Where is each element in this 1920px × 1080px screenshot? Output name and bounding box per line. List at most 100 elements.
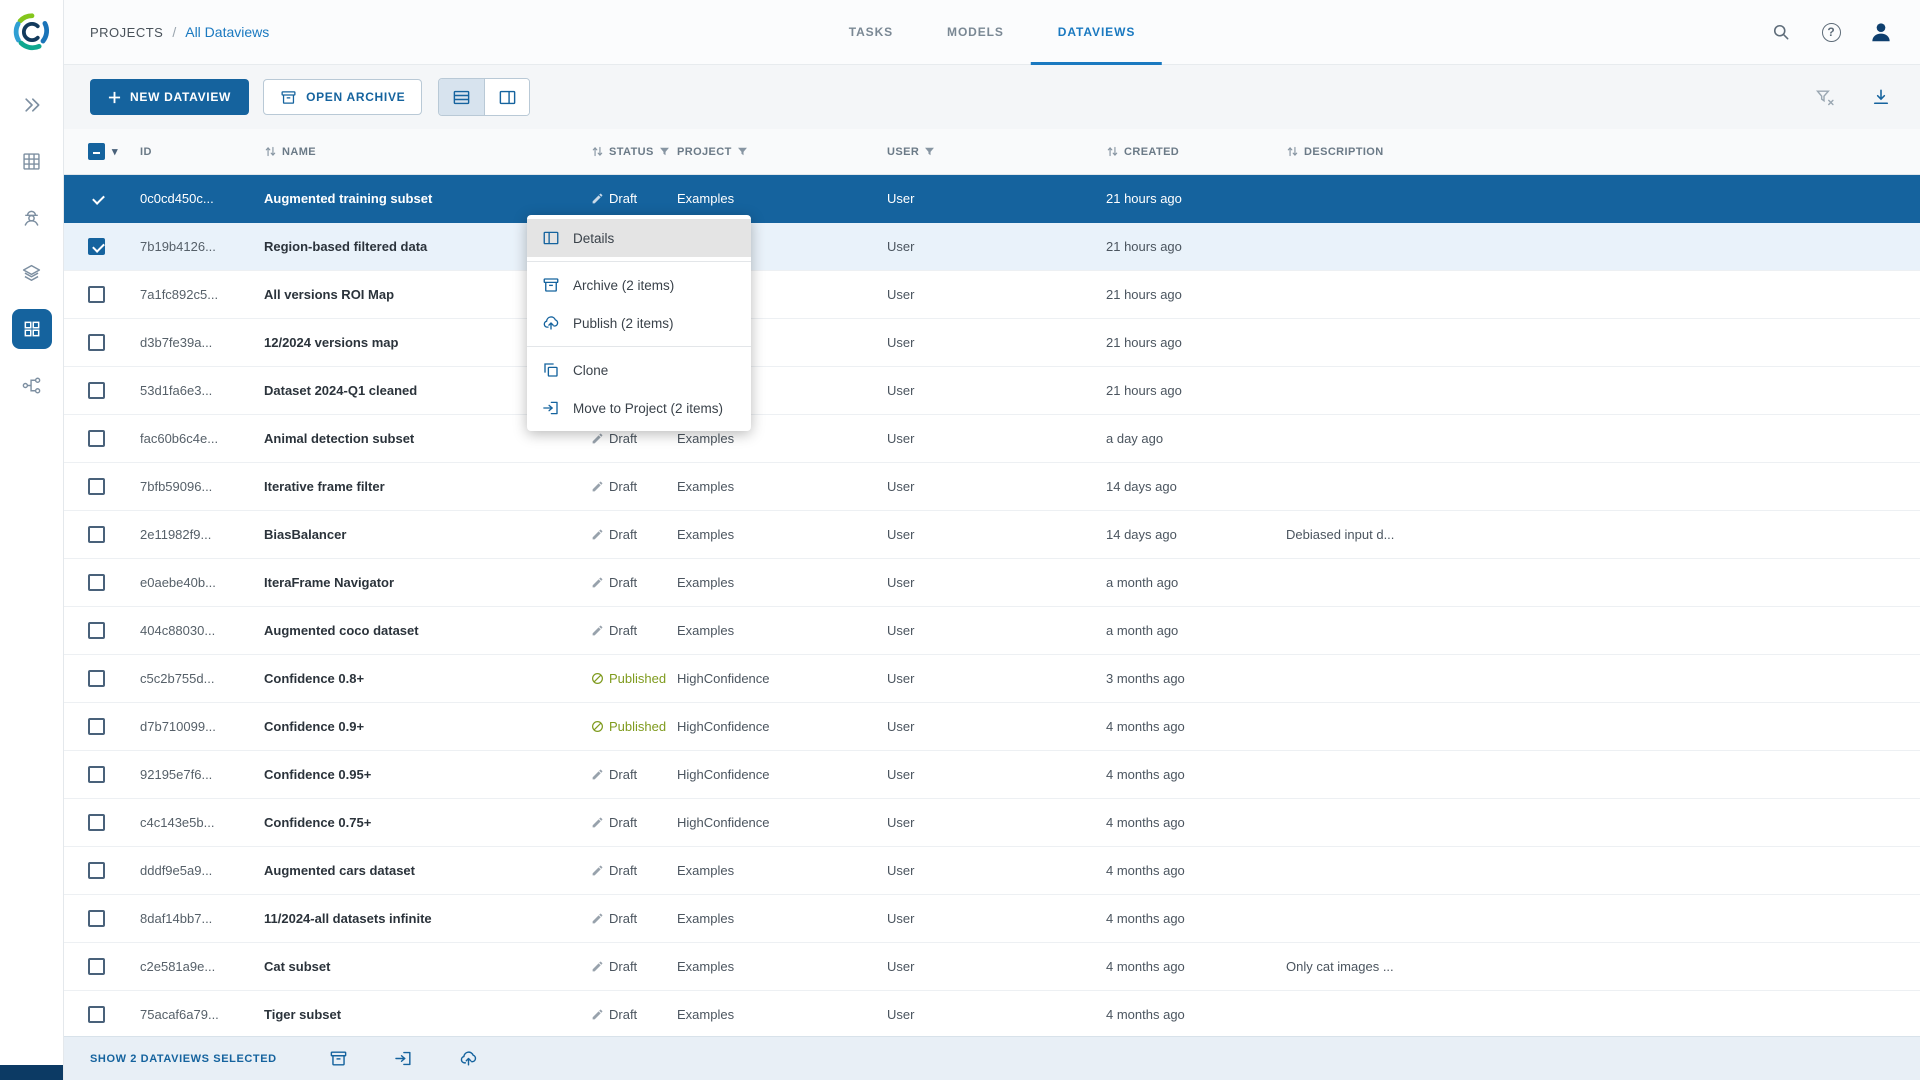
- table-row[interactable]: 0c0cd450c... Augmented training subset D…: [64, 175, 1920, 223]
- table-row[interactable]: 7b19b4126... Region-based filtered data …: [64, 223, 1920, 271]
- row-checkbox[interactable]: [88, 238, 105, 255]
- row-checkbox[interactable]: [88, 958, 105, 975]
- row-name[interactable]: Cat subset: [264, 959, 591, 974]
- row-checkbox[interactable]: [88, 430, 105, 447]
- filter-icon[interactable]: [737, 146, 748, 157]
- help-button[interactable]: [1818, 19, 1844, 45]
- table-view-button[interactable]: [439, 79, 484, 115]
- row-checkbox[interactable]: [88, 670, 105, 687]
- clearml-logo[interactable]: [11, 11, 53, 53]
- sort-icon[interactable]: [591, 145, 604, 158]
- row-checkbox[interactable]: [88, 286, 105, 303]
- table-row[interactable]: d7b710099... Confidence 0.9+ Published H…: [64, 703, 1920, 751]
- row-checkbox[interactable]: [88, 622, 105, 639]
- row-name[interactable]: BiasBalancer: [264, 527, 591, 542]
- sort-icon[interactable]: [1286, 145, 1299, 158]
- filter-reset-button[interactable]: [1812, 84, 1838, 110]
- table-row[interactable]: 7bfb59096... Iterative frame filter Draf…: [64, 463, 1920, 511]
- row-checkbox[interactable]: [88, 574, 105, 591]
- column-header-id[interactable]: ID: [140, 146, 264, 158]
- table-row[interactable]: 7a1fc892c5... All versions ROI Map User …: [64, 271, 1920, 319]
- sidebar-item-dataviews[interactable]: [12, 309, 52, 349]
- split-view-button[interactable]: [484, 79, 529, 115]
- filter-icon[interactable]: [659, 146, 670, 157]
- column-header-created[interactable]: CREATED: [1106, 145, 1286, 158]
- sidebar-item-workers[interactable]: [12, 197, 52, 237]
- row-checkbox[interactable]: [88, 190, 105, 207]
- selection-menu-caret-icon[interactable]: [112, 145, 118, 158]
- select-all-checkbox[interactable]: [88, 143, 105, 160]
- selection-count-label[interactable]: SHOW 2 DATAVIEWS SELECTED: [90, 1053, 277, 1065]
- row-name[interactable]: Animal detection subset: [264, 431, 591, 446]
- row-name[interactable]: 11/2024-all datasets infinite: [264, 911, 591, 926]
- download-button[interactable]: [1868, 84, 1894, 110]
- table-row[interactable]: 53d1fa6e3... Dataset 2024-Q1 cleaned Use…: [64, 367, 1920, 415]
- row-checkbox[interactable]: [88, 718, 105, 735]
- column-header-name[interactable]: NAME: [264, 145, 591, 158]
- move-selected-button[interactable]: [394, 1049, 413, 1068]
- row-checkbox[interactable]: [88, 862, 105, 879]
- sidebar-item-pipelines[interactable]: [12, 365, 52, 405]
- row-name[interactable]: Augmented cars dataset: [264, 863, 591, 878]
- row-checkbox[interactable]: [88, 766, 105, 783]
- archive-selected-button[interactable]: [329, 1049, 348, 1068]
- search-button[interactable]: [1768, 19, 1794, 45]
- table-row[interactable]: 75acaf6a79... Tiger subset Draft Example…: [64, 991, 1920, 1036]
- open-archive-button[interactable]: OPEN ARCHIVE: [263, 79, 422, 115]
- table-row[interactable]: e0aebe40b... IteraFrame Navigator Draft …: [64, 559, 1920, 607]
- row-name[interactable]: Confidence 0.95+: [264, 767, 591, 782]
- table-row[interactable]: fac60b6c4e... Animal detection subset Dr…: [64, 415, 1920, 463]
- row-checkbox[interactable]: [88, 910, 105, 927]
- row-name[interactable]: Confidence 0.9+: [264, 719, 591, 734]
- table-row[interactable]: d3b7fe39a... 12/2024 versions map User 2…: [64, 319, 1920, 367]
- row-checkbox[interactable]: [88, 526, 105, 543]
- sidebar-item-getting-started[interactable]: [12, 85, 52, 125]
- row-name[interactable]: Augmented training subset: [264, 191, 591, 206]
- table-row[interactable]: c2e581a9e... Cat subset Draft Examples U…: [64, 943, 1920, 991]
- column-header-user[interactable]: USER: [887, 146, 1106, 158]
- breadcrumb-projects[interactable]: PROJECTS: [90, 25, 163, 40]
- table-row[interactable]: c4c143e5b... Confidence 0.75+ Draft High…: [64, 799, 1920, 847]
- row-name[interactable]: Confidence 0.75+: [264, 815, 591, 830]
- column-header-description[interactable]: DESCRIPTION: [1286, 145, 1920, 158]
- breadcrumb-current[interactable]: All Dataviews: [185, 24, 269, 40]
- row-project: Examples: [677, 863, 887, 878]
- sort-icon[interactable]: [264, 145, 277, 158]
- row-name[interactable]: IteraFrame Navigator: [264, 575, 591, 590]
- column-header-status[interactable]: STATUS: [591, 145, 677, 158]
- filter-icon[interactable]: [924, 146, 935, 157]
- table-row[interactable]: c5c2b755d... Confidence 0.8+ Published H…: [64, 655, 1920, 703]
- publish-selected-button[interactable]: [459, 1049, 478, 1068]
- row-status-label: Draft: [609, 479, 637, 494]
- row-checkbox[interactable]: [88, 814, 105, 831]
- sidebar-item-projects[interactable]: [12, 141, 52, 181]
- sidebar-bottom-bar[interactable]: [0, 1065, 63, 1080]
- context-menu-item-clone[interactable]: Clone: [527, 351, 751, 389]
- tab-models[interactable]: MODELS: [920, 0, 1031, 64]
- tab-tasks[interactable]: TASKS: [822, 0, 920, 64]
- table-row[interactable]: dddf9e5a9... Augmented cars dataset Draf…: [64, 847, 1920, 895]
- row-checkbox[interactable]: [88, 382, 105, 399]
- context-menu-item-move-to-project[interactable]: Move to Project (2 items): [527, 389, 751, 427]
- row-name[interactable]: Augmented coco dataset: [264, 623, 591, 638]
- table-row[interactable]: 92195e7f6... Confidence 0.95+ Draft High…: [64, 751, 1920, 799]
- new-dataview-button[interactable]: NEW DATAVIEW: [90, 79, 249, 115]
- row-checkbox[interactable]: [88, 1006, 105, 1023]
- context-menu-item-publish[interactable]: Publish (2 items): [527, 304, 751, 342]
- row-name[interactable]: Tiger subset: [264, 1007, 591, 1022]
- tab-dataviews[interactable]: DATAVIEWS: [1031, 0, 1162, 64]
- table-row[interactable]: 2e11982f9... BiasBalancer Draft Examples…: [64, 511, 1920, 559]
- context-menu-item-archive[interactable]: Archive (2 items): [527, 266, 751, 304]
- table-row[interactable]: 8daf14bb7... 11/2024-all datasets infini…: [64, 895, 1920, 943]
- profile-button[interactable]: [1868, 19, 1894, 45]
- sidebar-item-datasets[interactable]: [12, 253, 52, 293]
- row-checkbox[interactable]: [88, 478, 105, 495]
- row-status-label: Draft: [609, 815, 637, 830]
- sort-icon[interactable]: [1106, 145, 1119, 158]
- table-row[interactable]: 404c88030... Augmented coco dataset Draf…: [64, 607, 1920, 655]
- column-header-project[interactable]: PROJECT: [677, 146, 887, 158]
- row-name[interactable]: Confidence 0.8+: [264, 671, 591, 686]
- row-checkbox[interactable]: [88, 334, 105, 351]
- context-menu-item-details[interactable]: Details: [527, 219, 751, 257]
- row-name[interactable]: Iterative frame filter: [264, 479, 591, 494]
